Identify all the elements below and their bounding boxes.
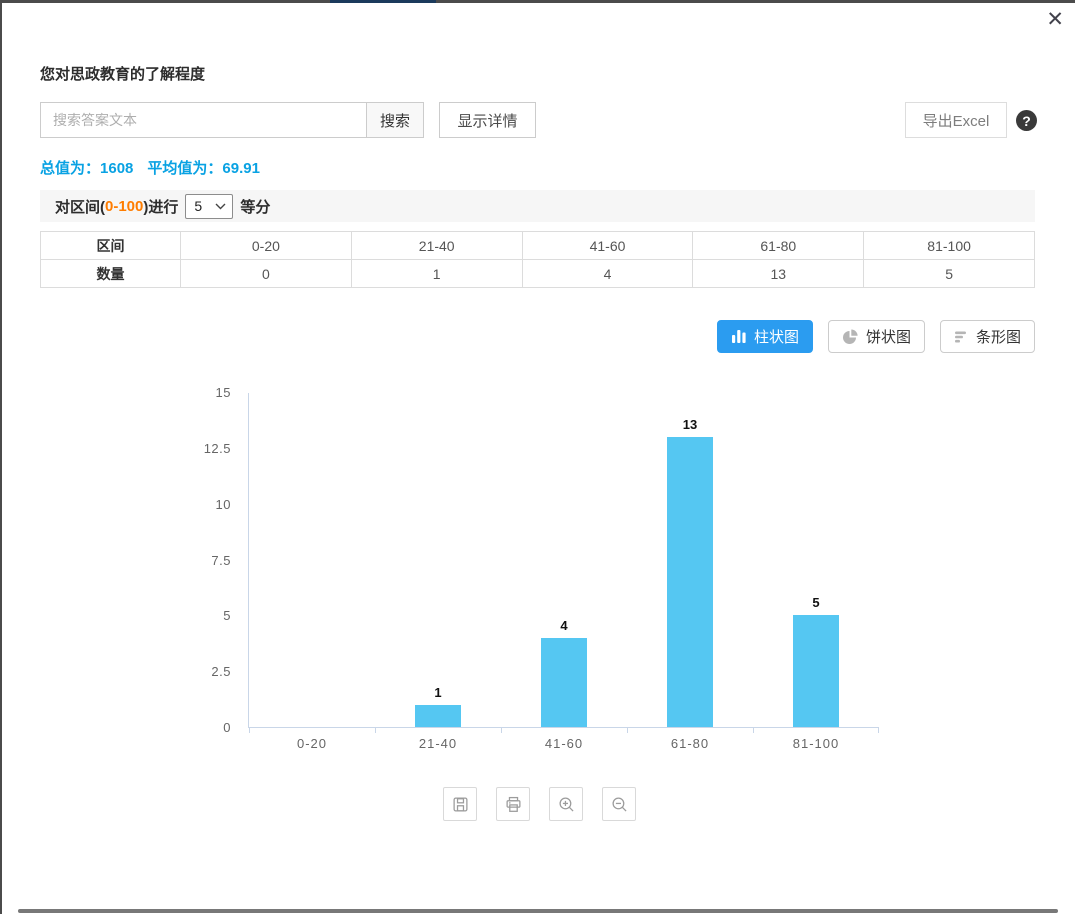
close-icon[interactable]: ✕ (1046, 8, 1064, 32)
zoom-in-button[interactable] (549, 787, 583, 821)
interval-cell: 81-100 (864, 232, 1035, 260)
x-axis-tick (878, 727, 879, 733)
x-axis-category-label: 21-40 (378, 736, 498, 751)
count-cell: 1 (351, 260, 522, 288)
left-page-edge (0, 0, 2, 914)
y-axis-tick-label: 2.5 (211, 665, 231, 679)
help-icon[interactable]: ? (1016, 110, 1037, 131)
x-axis-category-label: 0-20 (252, 736, 372, 751)
chart-type-switcher: 柱状图 饼状图 条形图 (717, 320, 1035, 353)
top-page-edge (0, 0, 1075, 3)
chart-bar (415, 705, 461, 727)
print-button[interactable] (496, 787, 530, 821)
pie-chart-icon (842, 329, 859, 345)
interval-header: 区间 (41, 232, 181, 260)
export-excel-button[interactable]: 导出Excel (905, 102, 1007, 138)
question-title: 您对思政教育的了解程度 (40, 63, 205, 84)
show-details-button[interactable]: 显示详情 (439, 102, 536, 138)
chart-plot: 0-2021-40141-60461-801381-1005 (248, 393, 878, 728)
interval-cell: 41-60 (522, 232, 693, 260)
partition-suffix: 等分 (240, 196, 270, 217)
x-axis-tick (375, 727, 376, 733)
bar-value-label: 5 (786, 595, 846, 610)
bar-value-label: 4 (534, 618, 594, 633)
average-value: 69.91 (222, 160, 260, 177)
y-axis-tick-label: 0 (223, 721, 231, 735)
save-icon (452, 796, 469, 813)
chevron-down-icon (215, 203, 226, 210)
tab-pie-chart[interactable]: 饼状图 (828, 320, 925, 353)
search-button[interactable]: 搜索 (366, 102, 424, 138)
hbar-chart-icon (954, 330, 969, 344)
tab-hbar-chart-label: 条形图 (976, 326, 1021, 347)
partition-count-select[interactable]: 5 (185, 194, 233, 219)
average-label: 平均值为： (147, 160, 222, 177)
count-cell: 0 (181, 260, 352, 288)
partition-range: 0-100 (105, 198, 143, 215)
bar-chart-icon (731, 329, 747, 344)
partition-prefix: 对区间( (55, 196, 105, 217)
interval-cell: 61-80 (693, 232, 864, 260)
count-cell: 4 (522, 260, 693, 288)
x-axis-category-label: 61-80 (630, 736, 750, 751)
search-input[interactable] (40, 102, 367, 138)
total-label: 总值为： (40, 160, 100, 177)
y-axis-tick-label: 5 (223, 609, 231, 623)
table-row-counts: 数量 014135 (41, 260, 1035, 288)
chart-toolbar (443, 787, 636, 821)
count-cell: 5 (864, 260, 1035, 288)
y-axis-tick-label: 15 (216, 386, 231, 400)
count-header: 数量 (41, 260, 181, 288)
x-axis-tick (627, 727, 628, 733)
question-stats-modal: ✕ 您对思政教育的了解程度 搜索 显示详情 导出Excel ? 总值为：1608… (0, 0, 1075, 914)
interval-table: 区间 0-2021-4041-6061-8081-100 数量 014135 (40, 231, 1035, 288)
chart-bar (667, 437, 713, 727)
y-axis-tick-label: 7.5 (211, 554, 231, 568)
tab-bar-chart[interactable]: 柱状图 (717, 320, 813, 353)
zoom-in-icon (558, 796, 575, 813)
total-value: 1608 (100, 160, 133, 177)
tab-hbar-chart[interactable]: 条形图 (940, 320, 1035, 353)
stats-line: 总值为：1608 平均值为：69.91 (40, 157, 260, 178)
bar-value-label: 13 (660, 417, 720, 432)
zoom-out-icon (611, 796, 628, 813)
chart-bar (541, 638, 587, 727)
x-axis-tick (753, 727, 754, 733)
tab-pie-chart-label: 饼状图 (866, 326, 911, 347)
print-icon (505, 796, 522, 813)
search-row: 搜索 显示详情 (40, 102, 536, 138)
partition-strip: 对区间(0-100)进行 5 等分 (40, 190, 1035, 222)
bar-value-label: 1 (408, 685, 468, 700)
zoom-out-button[interactable] (602, 787, 636, 821)
x-axis-tick (501, 727, 502, 733)
horizontal-scrollbar[interactable] (18, 909, 1058, 913)
partition-middle: )进行 (143, 196, 178, 217)
interval-cell: 0-20 (181, 232, 352, 260)
count-cell: 13 (693, 260, 864, 288)
chart-y-labels: 02.557.51012.515 (140, 393, 240, 728)
partition-count-value: 5 (194, 198, 202, 214)
tab-bar-chart-label: 柱状图 (754, 326, 799, 347)
y-axis-tick-label: 12.5 (204, 442, 231, 456)
table-row-intervals: 区间 0-2021-4041-6061-8081-100 (41, 232, 1035, 260)
chart-bar (793, 615, 839, 727)
interval-cell: 21-40 (351, 232, 522, 260)
top-page-edge-accent (330, 0, 436, 3)
x-axis-category-label: 81-100 (756, 736, 876, 751)
x-axis-tick (249, 727, 250, 733)
save-image-button[interactable] (443, 787, 477, 821)
x-axis-category-label: 41-60 (504, 736, 624, 751)
y-axis-tick-label: 10 (216, 498, 231, 512)
